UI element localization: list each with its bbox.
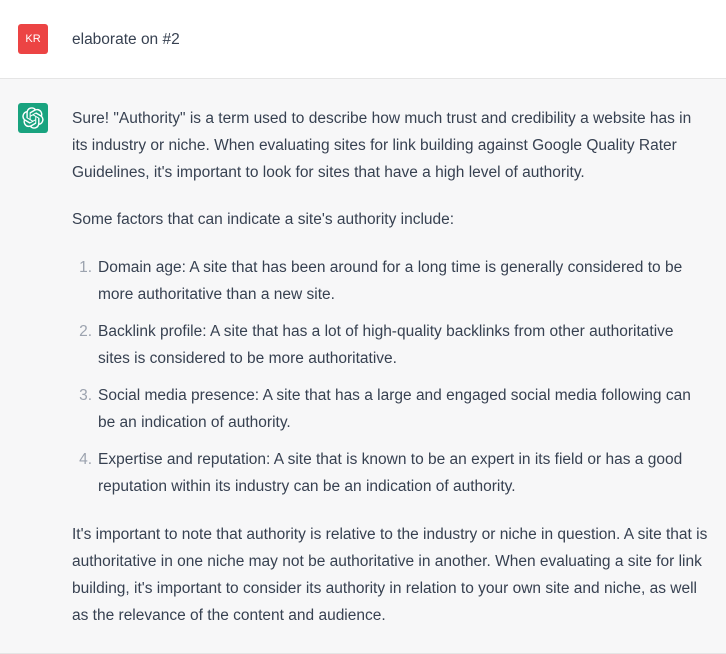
assistant-message-row: Sure! "Authority" is a term used to desc…: [0, 79, 726, 654]
list-item: Backlink profile: A site that has a lot …: [98, 318, 708, 372]
assistant-ordered-list: Domain age: A site that has been around …: [72, 254, 708, 501]
assistant-message-content: Sure! "Authority" is a term used to desc…: [72, 103, 708, 629]
user-avatar: KR: [18, 24, 48, 54]
list-item: Social media presence: A site that has a…: [98, 382, 708, 436]
assistant-avatar: [18, 103, 48, 133]
user-message-row: KR elaborate on #2: [0, 0, 726, 79]
assistant-lead-paragraph: Some factors that can indicate a site's …: [72, 206, 708, 233]
list-item: Domain age: A site that has been around …: [98, 254, 708, 308]
list-item: Expertise and reputation: A site that is…: [98, 446, 708, 500]
user-message-content: elaborate on #2: [72, 24, 708, 54]
user-message-text: elaborate on #2: [72, 31, 180, 48]
user-initials: KR: [25, 33, 40, 45]
assistant-intro-paragraph: Sure! "Authority" is a term used to desc…: [72, 105, 708, 186]
openai-icon: [22, 107, 44, 129]
assistant-outro-paragraph: It's important to note that authority is…: [72, 521, 708, 630]
